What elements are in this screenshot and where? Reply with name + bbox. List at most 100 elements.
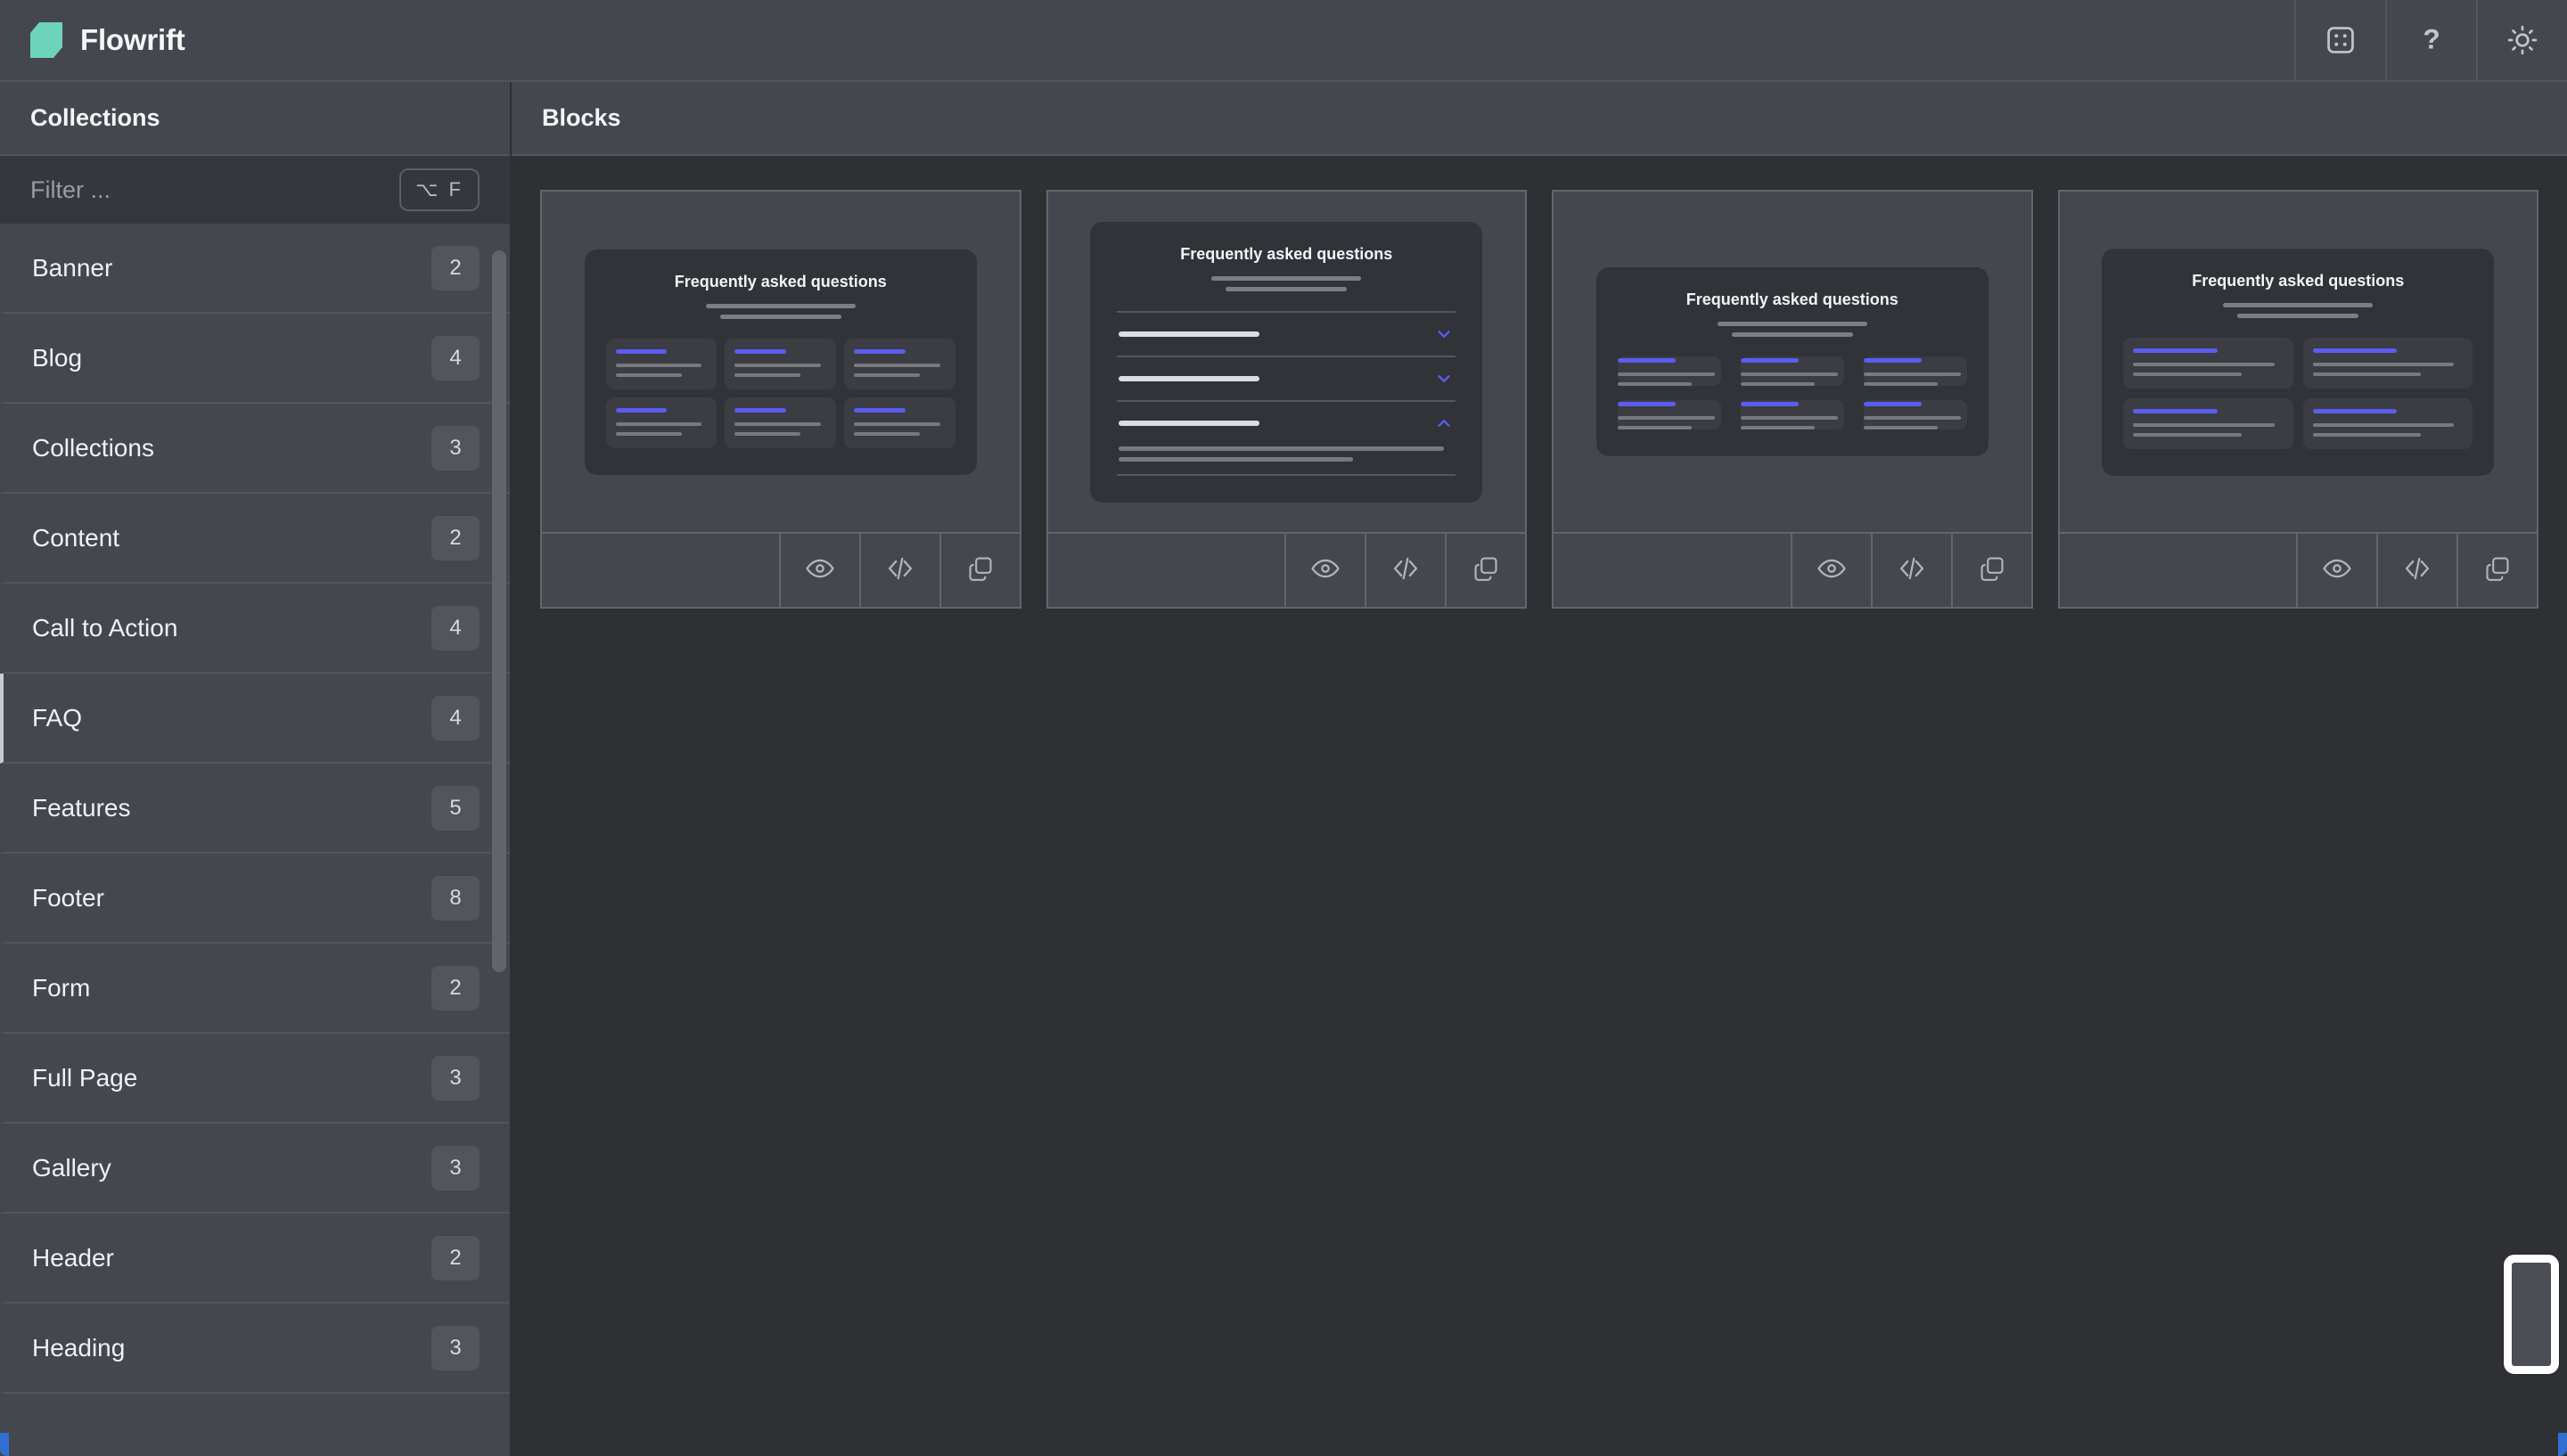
- sun-icon: [2505, 23, 2539, 57]
- faq-subtitle-placeholder: [1111, 276, 1461, 291]
- faq-answer-line: [1864, 426, 1939, 429]
- faq-subtitle-placeholder: [2123, 303, 2473, 318]
- accordion-row[interactable]: [1117, 357, 1456, 400]
- faq-question-placeholder: [854, 349, 905, 354]
- preview-button[interactable]: [1791, 534, 1871, 607]
- sidebar-item-count-badge: 4: [431, 696, 480, 740]
- code-brackets-icon: [2402, 553, 2432, 588]
- block-card[interactable]: Frequently asked questions: [2058, 190, 2539, 609]
- faq-question-placeholder: [2313, 409, 2397, 413]
- faq-preview-title: Frequently asked questions: [1618, 290, 1967, 309]
- sidebar-item-collections[interactable]: Collections3: [0, 404, 510, 494]
- copy-button[interactable]: [1445, 534, 1525, 607]
- faq-answer-line: [854, 432, 920, 436]
- chevron-up-icon[interactable]: [1434, 413, 1454, 433]
- faq-answer-line: [2133, 433, 2241, 437]
- sidebar-item-count-badge: 2: [431, 966, 480, 1010]
- faq-answer-line: [1618, 416, 1715, 420]
- block-card[interactable]: Frequently asked questions: [1552, 190, 2033, 609]
- chevron-down-icon[interactable]: [1434, 369, 1454, 389]
- faq-item: [1741, 400, 1844, 429]
- randomize-button[interactable]: [2294, 0, 2385, 80]
- blocks-area: Frequently asked questionsFrequently ask…: [512, 156, 2567, 1456]
- faq-question-placeholder: [616, 408, 667, 413]
- block-action-bar: [542, 532, 1020, 607]
- window-corner-accent-left: [0, 1433, 9, 1456]
- accordion-answer: [1117, 445, 1456, 474]
- faq-item: [2303, 338, 2473, 389]
- sidebar-item-label: Full Page: [32, 1064, 137, 1092]
- faq-answer-line: [854, 422, 939, 426]
- sidebar-item-content[interactable]: Content 2: [0, 494, 510, 584]
- sidebar-item-form[interactable]: Form2: [0, 944, 510, 1034]
- theme-toggle-button[interactable]: [2476, 0, 2567, 80]
- faq-answer-line: [616, 364, 701, 367]
- sidebar-item-features[interactable]: Features5: [0, 764, 510, 854]
- question-mark-icon: ?: [2415, 23, 2448, 57]
- sidebar-item[interactable]: [0, 1394, 510, 1456]
- accordion-question-placeholder: [1119, 331, 1259, 337]
- faq-question-placeholder: [1741, 402, 1799, 406]
- sidebar-item-count-badge: 2: [431, 516, 480, 560]
- block-preview-frame: Frequently asked questions: [1090, 222, 1482, 503]
- block-card[interactable]: Frequently asked questions: [540, 190, 1021, 609]
- view-code-button[interactable]: [2376, 534, 2456, 607]
- leaf-mark-icon: [30, 22, 62, 58]
- sidebar-item-count-badge: 2: [431, 246, 480, 290]
- placeholder-bar: [1732, 332, 1853, 337]
- faq-answer-line: [734, 432, 800, 436]
- sidebar-item-count-badge: 4: [431, 606, 480, 650]
- accordion-row-expanded[interactable]: [1117, 402, 1456, 445]
- faq-question-placeholder: [1864, 358, 1922, 363]
- faq-answer-line: [2133, 423, 2274, 427]
- sidebar-item-heading[interactable]: Heading3: [0, 1304, 510, 1394]
- filter-input[interactable]: [30, 176, 369, 204]
- block-card[interactable]: Frequently asked questions: [1046, 190, 1528, 609]
- brand[interactable]: Flowrift: [0, 0, 216, 80]
- placeholder-bar: [1226, 287, 1347, 291]
- copy-button[interactable]: [2456, 534, 2537, 607]
- faq-answer-line: [2313, 363, 2454, 366]
- faq-preview-title: Frequently asked questions: [2123, 272, 2473, 290]
- faq-answer-line: [1618, 426, 1693, 429]
- sidebar-item-footer[interactable]: Footer8: [0, 854, 510, 944]
- preview-button[interactable]: [779, 534, 859, 607]
- sidebar-item-header[interactable]: Header2: [0, 1214, 510, 1304]
- view-code-button[interactable]: [1365, 534, 1445, 607]
- faq-accordion: [1111, 311, 1461, 476]
- sidebar-item-blog[interactable]: Blog4: [0, 314, 510, 404]
- preview-button[interactable]: [2296, 534, 2376, 607]
- copy-button[interactable]: [939, 534, 1020, 607]
- faq-question-placeholder: [2133, 409, 2217, 413]
- sidebar-item-gallery[interactable]: Gallery3: [0, 1124, 510, 1214]
- faq-answer-line: [2313, 423, 2454, 427]
- faq-answer-line: [616, 432, 682, 436]
- page-title: Blocks: [542, 104, 621, 132]
- chevron-down-icon[interactable]: [1434, 324, 1454, 344]
- faq-grid: [606, 339, 955, 448]
- placeholder-bar: [1718, 322, 1867, 326]
- sidebar-item-label: Gallery: [32, 1154, 111, 1182]
- sidebar-item-call-to-action[interactable]: Call to Action4: [0, 584, 510, 674]
- preview-button[interactable]: [1284, 534, 1365, 607]
- sidebar-item-label: Content: [32, 524, 119, 552]
- faq-answer-line: [1618, 382, 1693, 386]
- sidebar-item-full-page[interactable]: Full Page 3: [0, 1034, 510, 1124]
- view-code-button[interactable]: [859, 534, 939, 607]
- copy-button[interactable]: [1951, 534, 2031, 607]
- eye-icon: [1817, 553, 1847, 588]
- sidebar-scrollbar-thumb[interactable]: [492, 250, 506, 972]
- accordion-question-placeholder: [1119, 376, 1259, 381]
- help-button[interactable]: ?: [2385, 0, 2476, 80]
- body-wrapper: Collections ⌥ F Banner2Blog4Collections3…: [0, 82, 2567, 1456]
- eye-icon: [2322, 553, 2352, 588]
- faq-question-placeholder: [854, 408, 905, 413]
- faq-item: [606, 339, 718, 389]
- sidebar-item-faq[interactable]: FAQ4: [0, 674, 510, 764]
- sidebar-item-count-badge: 3: [431, 1056, 480, 1100]
- sidebar-item-banner[interactable]: Banner2: [0, 224, 510, 314]
- accordion-row[interactable]: [1117, 313, 1456, 356]
- faq-item: [1618, 400, 1721, 429]
- view-code-button[interactable]: [1871, 534, 1951, 607]
- faq-answer-line: [1741, 426, 1816, 429]
